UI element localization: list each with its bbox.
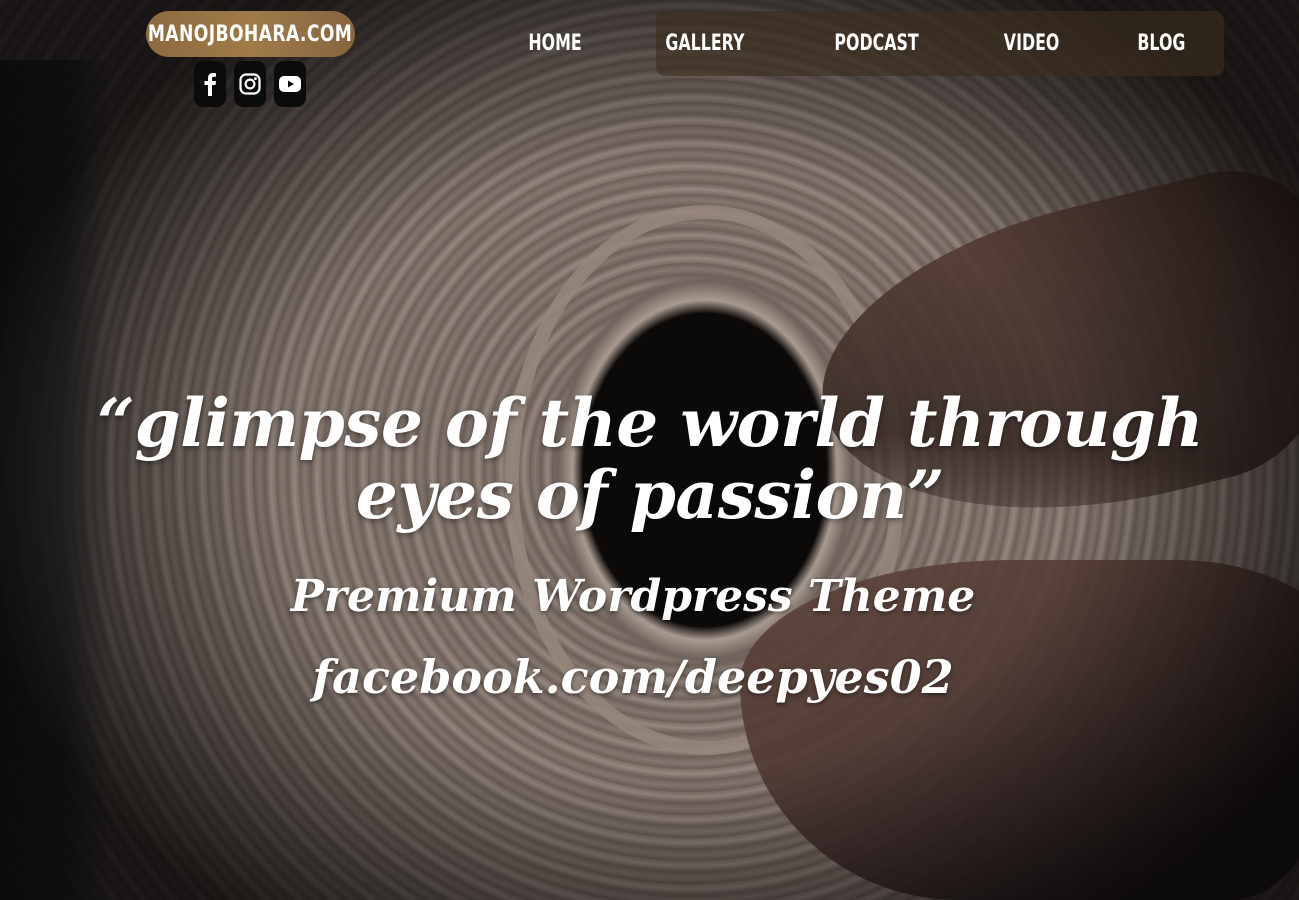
instagram-link[interactable] (234, 61, 266, 107)
site-logo-link[interactable]: MANOJBOHARA.COM (146, 11, 355, 57)
site-logo-text: MANOJBOHARA.COM (148, 21, 353, 47)
youtube-link[interactable] (274, 61, 306, 107)
nav-item-podcast[interactable]: PODCAST (834, 31, 918, 56)
facebook-link[interactable] (194, 61, 226, 107)
instagram-icon (238, 72, 262, 96)
hero-facebook-link[interactable]: facebook.com/deepyes02 (200, 647, 1066, 707)
nav-item-video[interactable]: VIDEO (1004, 31, 1060, 56)
hero-subtitle: Premium Wordpress Theme (290, 571, 976, 622)
nav-item-gallery[interactable]: GALLERY (665, 31, 744, 56)
nav-item-blog[interactable]: BLOG (1138, 31, 1186, 56)
social-links (194, 61, 306, 107)
youtube-icon (278, 74, 302, 94)
main-navigation: HOME GALLERY PODCAST VIDEO BLOG (528, 11, 1224, 76)
nav-item-home[interactable]: HOME (528, 31, 581, 56)
hero-headline: “glimpse of the world through eyes of pa… (97, 384, 1203, 534)
facebook-icon (203, 72, 217, 96)
hero-section: MANOJBOHARA.COM HOME GALLERY PODCAST VID… (0, 0, 1299, 900)
